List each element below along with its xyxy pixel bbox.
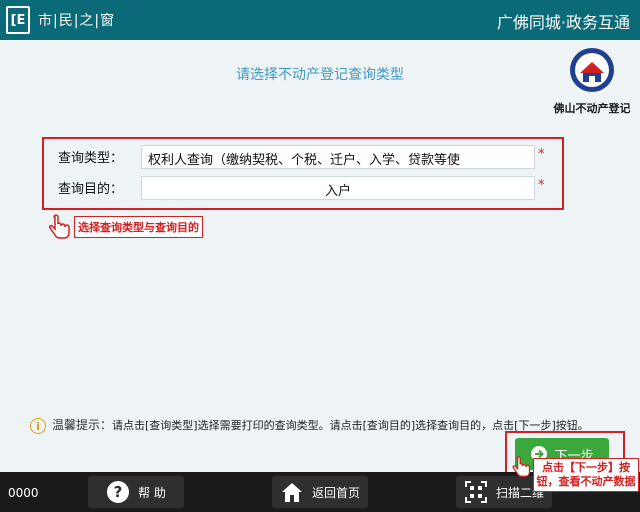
query-type-label: 查询类型： (58, 151, 124, 166)
select-hint-label: 选择查询类型与查询目的 (74, 216, 203, 238)
home-label: 返回首页 (311, 485, 360, 500)
pointing-hand-icon (512, 456, 531, 477)
required-mark: * (538, 147, 545, 162)
brand: [E 市|民|之|窗 (6, 6, 115, 34)
app-header: [E 市|民|之|窗 广佛同城·政务互通 (0, 0, 640, 40)
info-icon: i (30, 418, 46, 434)
svg-text:?: ? (114, 483, 123, 501)
query-type-select[interactable]: 权利人查询（缴纳契税、个税、迁户、入学、贷款等使 (141, 145, 535, 169)
help-label: 帮 助 (138, 485, 166, 500)
qr-scan-icon (464, 481, 487, 503)
terminal-code: 0000 (8, 486, 39, 500)
select-hint-callout: 选择查询类型与查询目的 (46, 214, 203, 240)
query-form: 查询类型： 权利人查询（缴纳契税、个税、迁户、入学、贷款等使 * 查询目的： 入… (42, 137, 564, 210)
query-purpose-select[interactable]: 入户 (141, 176, 535, 200)
query-type-row: 查询类型： 权利人查询（缴纳契税、个税、迁户、入学、贷款等使 * (44, 143, 562, 169)
next-step-hint: 点击【下一步】按钮，查看不动产数据 (533, 458, 639, 492)
logo-caption: 佛山不动产登记 (553, 102, 631, 115)
required-mark: * (538, 178, 545, 193)
header-title: 广佛同城·政务互通 (496, 13, 630, 32)
help-button[interactable]: ? 帮 助 (88, 476, 184, 508)
pointing-hand-icon (49, 214, 70, 239)
query-purpose-row: 查询目的： 入户 * (44, 174, 562, 200)
foshan-logo: 佛山不动产登记 (547, 46, 637, 116)
home-icon (281, 483, 302, 502)
page-title: 请选择不动产登记查询类型 (236, 67, 404, 83)
query-purpose-label: 查询目的： (58, 182, 124, 197)
tip-title: 温馨提示： (52, 418, 113, 432)
home-button[interactable]: 返回首页 (272, 476, 368, 508)
real-estate-seal-icon (570, 48, 614, 92)
help-icon: ? (107, 481, 130, 503)
brand-logo-icon: [E (6, 6, 30, 34)
brand-name: 市|民|之|窗 (38, 13, 116, 29)
